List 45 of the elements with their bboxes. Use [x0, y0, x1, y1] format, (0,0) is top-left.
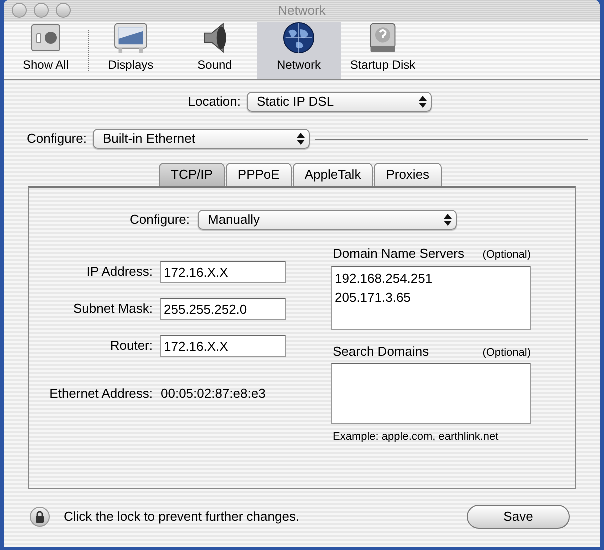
window-title: Network: [278, 2, 326, 20]
tab[interactable]: Proxies: [374, 163, 442, 186]
dns-list-box[interactable]: 192.168.254.251 205.171.3.65: [331, 266, 531, 330]
zoom-window-button[interactable]: [56, 3, 71, 18]
toolbar-item[interactable]: Sound: [173, 22, 257, 79]
lock-button[interactable]: [30, 507, 50, 527]
globe-icon: [282, 22, 316, 54]
dns-entry: 205.171.3.65: [335, 288, 412, 306]
monitor-icon: [112, 22, 150, 54]
updown-arrows-icon: [444, 214, 452, 226]
optional-note: (Optional): [482, 248, 531, 263]
configure-popup[interactable]: Built-in Ethernet: [92, 129, 310, 149]
save-button[interactable]: Save: [467, 505, 570, 529]
field-label: IP Address:: [86, 263, 153, 282]
search-domains-heading: Search Domains: [333, 342, 430, 360]
example-hint: Example: apple.com, earthlink.net: [333, 430, 500, 445]
dns-entry: 192.168.254.251: [335, 270, 434, 288]
configure-method-label: Configure:: [129, 211, 190, 230]
configure-method-popup[interactable]: Manually: [198, 210, 457, 230]
search-domains-box[interactable]: [331, 363, 531, 424]
text-field[interactable]: 255.255.252.0: [160, 298, 286, 320]
updown-arrows-icon: [419, 96, 427, 108]
toolbar-item[interactable]: Network: [257, 22, 341, 79]
text-field[interactable]: 172.16.X.X: [160, 335, 286, 357]
toolbar-item[interactable]: Show All: [4, 22, 88, 79]
updown-arrows-icon: [296, 133, 305, 145]
toolbar-item[interactable]: Startup Disk: [341, 22, 425, 79]
close-window-button[interactable]: [12, 3, 27, 18]
tab[interactable]: PPPoE: [226, 163, 292, 186]
dns-heading: Domain Name Servers: [333, 245, 464, 263]
ethernet-address-label: Ethernet Address:: [48, 385, 153, 403]
text-field[interactable]: 172.16.X.X: [160, 261, 286, 283]
tab[interactable]: TCP/IP: [159, 163, 225, 186]
optional-note: (Optional): [482, 346, 531, 360]
field-label: Subnet Mask:: [72, 300, 153, 318]
field-label: Router:: [109, 337, 153, 356]
location-popup[interactable]: Static IP DSL: [247, 92, 432, 112]
padlock-icon: [35, 511, 45, 523]
location-label: Location:: [187, 93, 241, 112]
minimize-window-button[interactable]: [34, 3, 49, 18]
lock-message: Click the lock to prevent further changes.: [64, 508, 300, 526]
tab[interactable]: AppleTalk: [292, 163, 374, 186]
ethernet-address-value: 00:05:02:87:e8:e3: [161, 385, 266, 403]
toolbar-item[interactable]: Displays: [89, 22, 173, 79]
configure-label: Configure:: [27, 130, 87, 148]
